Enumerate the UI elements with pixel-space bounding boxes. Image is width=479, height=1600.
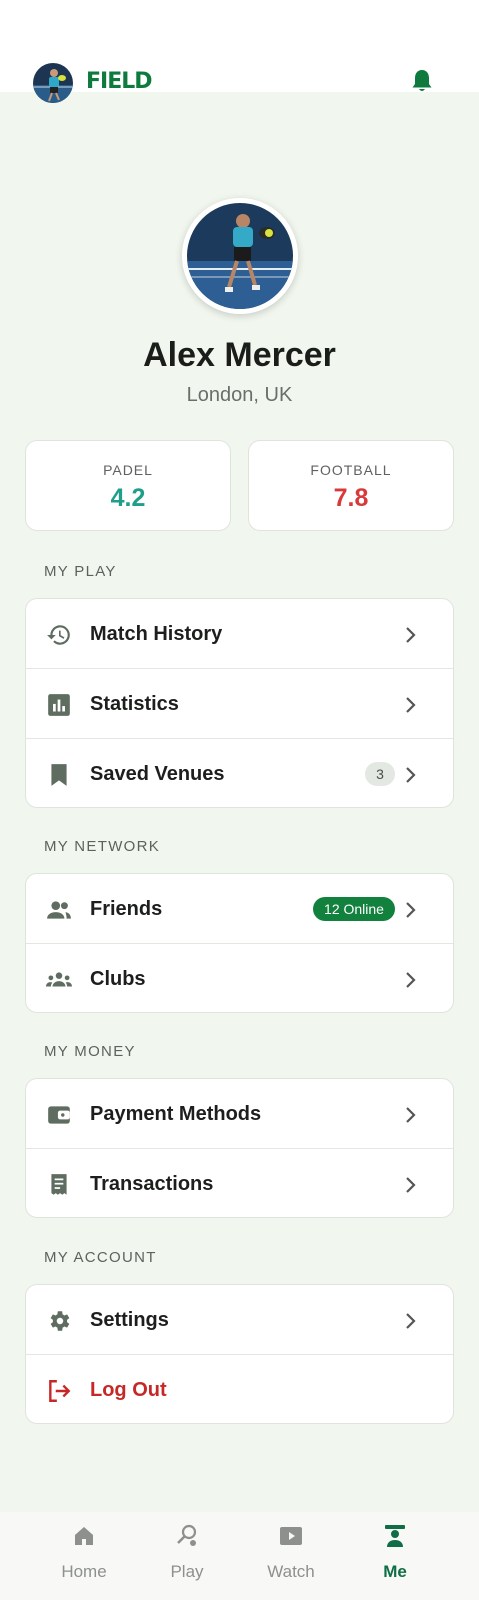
chevron-right-icon [406,767,416,783]
my-network-card: Friends 12 Online Clubs [25,873,454,1013]
chevron-right-icon [406,1313,416,1329]
nav-label: Watch [267,1562,315,1581]
brand-logo: FIELD [86,69,153,94]
rating-value: 7.8 [333,484,369,512]
bar-chart-icon [48,694,70,716]
rating-card-football[interactable]: FOOTBALL 7.8 [248,440,454,531]
nav-home[interactable]: Home [39,1512,129,1600]
menu-item-settings[interactable]: Settings [26,1285,453,1355]
menu-item-saved-venues[interactable]: Saved Venues 3 [26,739,453,807]
online-badge: 12 Online [313,897,395,921]
my-play-card: Match History Statistics Saved Venues 3 [25,598,454,808]
wallet-icon [48,1106,70,1124]
rating-value: 4.2 [110,484,146,512]
section-title-my-network: MY NETWORK [44,838,161,855]
receipt-icon [51,1174,67,1195]
chevron-right-icon [406,1107,416,1123]
rating-card-padel[interactable]: PADEL 4.2 [25,440,231,531]
menu-item-label: Clubs [90,968,146,990]
bell-icon[interactable] [410,68,434,94]
rating-sport-label: FOOTBALL [310,462,392,478]
chevron-right-icon [406,972,416,988]
profile-location: London, UK [186,384,293,406]
nav-play[interactable]: Play [142,1512,232,1600]
profile-name: Alex Mercer [143,336,336,374]
nav-watch[interactable]: Watch [246,1512,336,1600]
profile-photo[interactable] [182,198,298,314]
chevron-right-icon [406,902,416,918]
home-icon [75,1527,93,1545]
menu-item-transactions[interactable]: Transactions [26,1149,453,1217]
chevron-right-icon [406,627,416,643]
racket-icon [177,1524,197,1546]
nav-label: Me [383,1562,407,1581]
menu-item-label: Payment Methods [90,1103,262,1125]
section-title-my-account: MY ACCOUNT [44,1249,157,1266]
menu-item-friends[interactable]: Friends 12 Online [26,874,453,944]
menu-item-label: Transactions [90,1173,214,1195]
my-account-card: Settings Log Out [25,1284,454,1424]
section-title-my-money: MY MONEY [44,1043,136,1060]
section-title-my-play: MY PLAY [44,563,117,580]
menu-item-statistics[interactable]: Statistics [26,669,453,739]
history-icon [47,625,70,645]
my-money-card: Payment Methods Transactions [25,1078,454,1218]
bookmark-icon [51,764,67,786]
bottom-nav: Home Play Watch Me [0,1512,479,1600]
person-icon [385,1525,405,1547]
gear-icon [50,1311,70,1331]
groups-icon [46,972,72,987]
people-icon [47,901,71,919]
chevron-right-icon [406,1177,416,1193]
menu-item-payment-methods[interactable]: Payment Methods [26,1079,453,1149]
menu-item-label: Log Out [90,1379,167,1401]
count-badge: 3 [365,762,395,786]
rating-sport-label: PADEL [103,462,153,478]
menu-item-log-out[interactable]: Log Out [26,1355,453,1423]
menu-item-label: Saved Venues [90,763,225,785]
menu-item-label: Match History [90,623,223,645]
menu-item-label: Settings [90,1309,169,1331]
menu-item-label: Statistics [90,693,179,715]
menu-item-match-history[interactable]: Match History [26,599,453,669]
user-avatar[interactable] [33,63,73,103]
top-bar: FIELD [0,0,479,103]
nav-label: Play [170,1562,204,1581]
logout-icon [49,1380,71,1402]
play-video-icon [280,1527,302,1545]
nav-label: Home [61,1562,107,1581]
menu-item-label: Friends [90,898,163,920]
chevron-right-icon [406,697,416,713]
nav-me[interactable]: Me [350,1512,440,1600]
menu-item-clubs[interactable]: Clubs [26,944,453,1012]
